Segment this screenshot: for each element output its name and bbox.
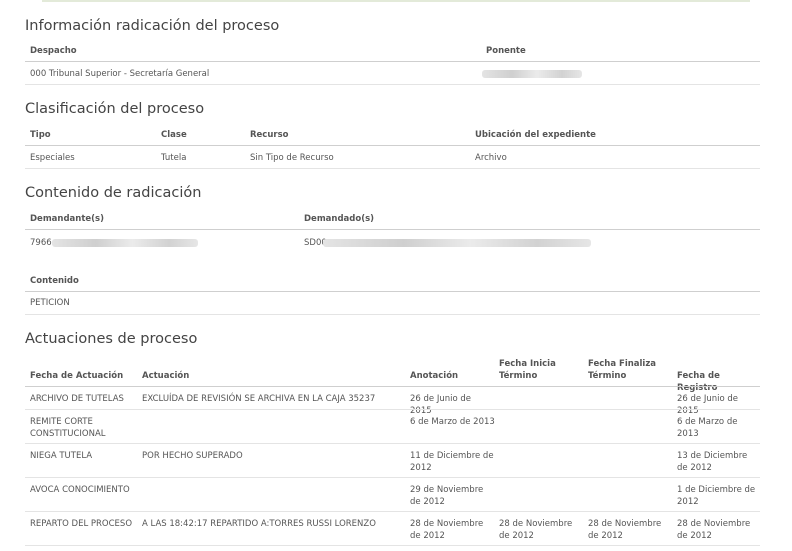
recurso-header: Recurso: [250, 130, 289, 140]
row-divider: [25, 168, 760, 169]
cell-anotacion: 26 de Junio de 2015: [410, 394, 472, 416]
section-title-contenido: Contenido de radicación: [25, 185, 202, 201]
clase-header: Clase: [161, 130, 187, 140]
table-row-divider: [25, 511, 760, 512]
cell-fecha-inicia: 28 de Noviembre de 2012: [499, 519, 573, 541]
cell-fecha-actuacion: REPARTO DEL PROCESO: [30, 519, 133, 529]
tipo-value: Especiales: [30, 153, 75, 163]
cell-fecha-registro: 13 de Diciembre de 2012: [677, 451, 748, 473]
section-title-radicacion: Información radicación del proceso: [25, 18, 280, 34]
table-row-divider: [25, 545, 760, 546]
section-title-clasificacion: Clasificación del proceso: [25, 101, 205, 117]
cell-fecha-registro: 26 de Junio de 2015: [677, 394, 739, 416]
table-row-divider: [25, 409, 760, 410]
demandado-header: Demandado(s): [304, 214, 375, 224]
cell-anotacion: 6 de Marzo de 2013: [410, 417, 495, 427]
top-divider: [42, 0, 750, 2]
header-divider: [25, 145, 760, 146]
cell-actuacion: EXCLUÍDA DE REVISIÓN SE ARCHIVA EN LA CA…: [142, 394, 376, 404]
ponente-redacted: [482, 70, 582, 78]
col-header-actuacion: Actuación: [142, 371, 190, 381]
despacho-value: 000 Tribunal Superior - Secretaría Gener…: [30, 69, 210, 79]
col-header-fecha-actuacion: Fecha de Actuación: [30, 371, 124, 381]
tipo-header: Tipo: [30, 130, 51, 140]
cell-fecha-registro: 28 de Noviembre de 2012: [677, 519, 751, 541]
row-divider: [25, 84, 760, 85]
col-header-fecha-inicia: Fecha Inicia Término: [499, 359, 556, 381]
despacho-header: Despacho: [30, 46, 77, 56]
cell-fecha-actuacion: REMITE CORTE CONSTITUCIONAL: [30, 417, 106, 439]
col-header-anotacion: Anotación: [410, 371, 459, 381]
recurso-value: Sin Tipo de Recurso: [250, 153, 334, 163]
clase-value: Tutela: [161, 153, 187, 163]
demandante-redacted: [52, 239, 198, 247]
header-divider: [25, 229, 760, 230]
cell-fecha-registro: 6 de Marzo de 2013: [677, 417, 738, 439]
table-row-divider: [25, 443, 760, 444]
demandante-value: 7966: [30, 238, 52, 248]
cell-actuacion: A LAS 18:42:17 REPARTIDO A:TORRES RUSSI …: [142, 519, 376, 529]
cell-fecha-actuacion: AVOCA CONOCIMIENTO: [30, 485, 130, 495]
cell-fecha-registro: 1 de Diciembre de 2012: [677, 485, 756, 507]
header-divider: [25, 291, 760, 292]
demandado-redacted: [323, 239, 591, 247]
col-header-fecha-finaliza: Fecha Finaliza Término: [588, 359, 657, 381]
header-divider: [25, 386, 760, 387]
ponente-header: Ponente: [486, 46, 526, 56]
table-row-divider: [25, 477, 760, 478]
section-title-actuaciones: Actuaciones de proceso: [25, 331, 198, 347]
cell-actuacion: POR HECHO SUPERADO: [142, 451, 243, 461]
contenido-header: Contenido: [30, 276, 79, 286]
cell-fecha-finaliza: 28 de Noviembre de 2012: [588, 519, 662, 541]
demandante-header: Demandante(s): [30, 214, 104, 224]
cell-anotacion: 29 de Noviembre de 2012: [410, 485, 484, 507]
cell-fecha-actuacion: ARCHIVO DE TUTELAS: [30, 394, 124, 404]
ubicacion-value: Archivo: [475, 153, 507, 163]
cell-anotacion: 11 de Diciembre de 2012: [410, 451, 494, 473]
cell-anotacion: 28 de Noviembre de 2012: [410, 519, 484, 541]
cell-fecha-actuacion: NIEGA TUTELA: [30, 451, 93, 461]
ubicacion-header: Ubicación del expediente: [475, 130, 596, 140]
header-divider: [25, 61, 760, 62]
contenido-value: PETICION: [30, 298, 70, 308]
row-divider: [25, 314, 760, 315]
col-header-fecha-registro: Fecha de Registro: [677, 371, 720, 393]
